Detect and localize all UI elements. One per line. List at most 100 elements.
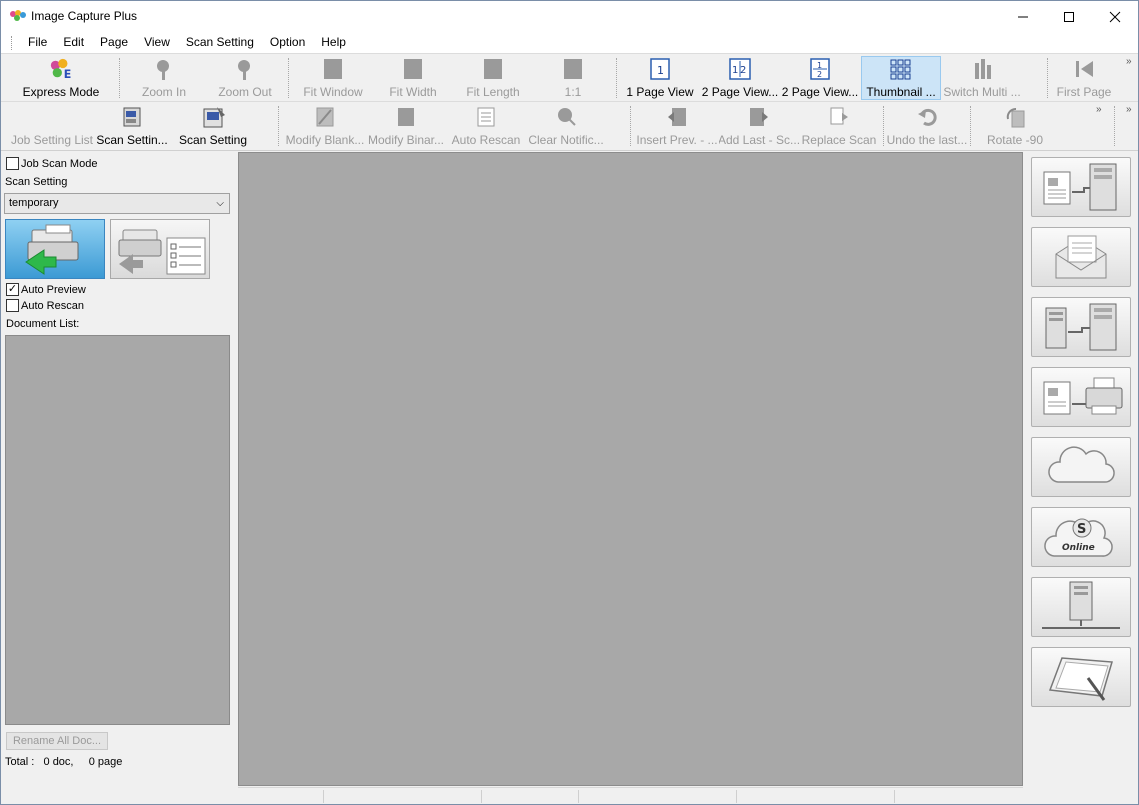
scan-and-list-button[interactable] (110, 219, 210, 279)
undo-last-button[interactable]: Undo the last... (886, 104, 968, 148)
auto-rescan-button[interactable]: Auto Rescan (447, 104, 525, 148)
switch-multi-button[interactable]: Switch Multi ... (942, 56, 1022, 100)
rename-all-documents-button[interactable]: Rename All Doc... (6, 732, 108, 750)
status-segment (894, 790, 895, 803)
actual-size-icon (564, 59, 582, 79)
toolbar-separator (1047, 58, 1048, 98)
menu-view[interactable]: View (136, 32, 178, 53)
fit-width-button[interactable]: Fit Width (374, 56, 452, 100)
scan-setting-label: Scan Setting (5, 176, 68, 188)
status-segment (736, 790, 737, 803)
send-to-printer-button[interactable] (1031, 367, 1131, 427)
menu-grip (11, 35, 14, 50)
scan-setting-icon (203, 107, 225, 128)
status-segment (323, 790, 324, 803)
view-toolbar: E Express Mode Zoom In Zoom Out Fit Wind… (1, 53, 1138, 101)
maximize-button[interactable] (1046, 1, 1092, 32)
send-to-server-button[interactable] (1031, 297, 1131, 357)
total-count: Total : 0 doc, 0 page (5, 756, 123, 768)
checkbox-box[interactable]: ✓ (6, 283, 19, 296)
toolbar-separator (1114, 106, 1115, 146)
menu-edit[interactable]: Edit (55, 32, 92, 53)
two-page-view-icon: 12 (729, 58, 751, 80)
scan-setting-button[interactable]: Scan Setting (173, 104, 253, 148)
replace-scan-icon (830, 107, 848, 125)
insert-previous-button[interactable]: Insert Prev. - ... (635, 104, 719, 148)
fit-window-button[interactable]: Fit Window (293, 56, 373, 100)
undo-icon (918, 108, 937, 126)
server-to-server-icon (1045, 303, 1117, 351)
add-last-scan-button[interactable]: Add Last - Sc... (719, 104, 799, 148)
start-scan-button[interactable] (5, 219, 105, 279)
fit-length-icon (484, 59, 502, 79)
svg-text:S: S (1077, 522, 1086, 537)
two-page-vertical-icon: 12 (810, 58, 830, 80)
job-scan-mode-checkbox[interactable]: Job Scan Mode (6, 157, 97, 170)
app-logo-icon (10, 10, 26, 21)
image-preview-area[interactable] (238, 152, 1023, 786)
send-to-tablet-button[interactable] (1031, 647, 1131, 707)
toolbar-overflow-icon[interactable]: » (1126, 104, 1132, 115)
clear-notification-button[interactable]: Clear Notific... (526, 104, 606, 148)
zoom-out-icon (238, 60, 250, 80)
toolbar-separator (883, 106, 884, 146)
clear-notification-icon (558, 108, 576, 126)
fit-window-icon (324, 59, 342, 79)
first-page-button[interactable]: First Page (1051, 56, 1117, 100)
express-mode-icon: E (50, 58, 71, 81)
thumbnail-view-button[interactable]: Thumbnail ... (861, 56, 941, 100)
modify-binarize-icon (398, 108, 414, 126)
toolbar-separator (278, 106, 279, 146)
toolbar-separator (288, 58, 289, 98)
sharepoint-online-button[interactable]: S Online (1031, 507, 1131, 567)
fit-length-button[interactable]: Fit Length (453, 56, 533, 100)
document-list-label: Document List: (6, 318, 80, 330)
checkbox-box[interactable] (6, 157, 19, 170)
menu-file[interactable]: File (20, 32, 55, 53)
one-page-view-button[interactable]: 1 1 Page View (622, 56, 698, 100)
fit-width-icon (404, 59, 422, 79)
zoom-out-button[interactable]: Zoom Out (205, 56, 285, 100)
close-button[interactable] (1092, 1, 1138, 32)
checkbox-box[interactable] (6, 299, 19, 312)
actual-size-button[interactable]: 1:1 (534, 56, 612, 100)
first-page-icon (1076, 61, 1093, 77)
express-mode-button[interactable]: E Express Mode (7, 56, 115, 100)
modify-binar-button[interactable]: Modify Binar... (366, 104, 446, 148)
send-email-button[interactable] (1031, 227, 1131, 287)
send-to-network-button[interactable] (1031, 577, 1131, 637)
rotate-minus-90-button[interactable]: Rotate -90 (975, 104, 1055, 148)
replace-scan-button[interactable]: Replace Scan (800, 104, 878, 148)
scanner-list-icon (118, 229, 206, 275)
svg-text:1: 1 (657, 64, 664, 77)
zoom-in-icon (157, 60, 169, 80)
svg-text:1: 1 (732, 65, 738, 76)
toolbar-overflow-icon[interactable]: » (1096, 104, 1102, 115)
scan-setting-short-button[interactable]: Scan Settin... (95, 104, 169, 148)
scanner-scan-icon (25, 224, 79, 275)
auto-rescan-checkbox[interactable]: Auto Rescan (6, 299, 84, 312)
scan-setting-select[interactable]: temporary ⌵ (4, 193, 230, 214)
auto-rescan-icon (477, 107, 495, 127)
one-page-view-icon: 1 (650, 58, 670, 80)
toolbar-overflow-icon[interactable]: » (1126, 56, 1132, 67)
two-page-view-vertical-button[interactable]: 12 2 Page View... (780, 56, 860, 100)
svg-text:2: 2 (817, 70, 822, 79)
modify-blank-button[interactable]: Modify Blank... (284, 104, 366, 148)
menu-bar: File Edit Page View Scan Setting Option … (1, 32, 1138, 53)
zoom-in-button[interactable]: Zoom In (125, 56, 203, 100)
modify-blank-icon (316, 107, 334, 127)
document-list[interactable] (5, 335, 230, 725)
menu-page[interactable]: Page (92, 32, 136, 53)
maximize-icon (1064, 11, 1074, 22)
two-page-view-button[interactable]: 12 2 Page View... (700, 56, 780, 100)
menu-scan-setting[interactable]: Scan Setting (178, 32, 262, 53)
destination-panel: S Online (1025, 152, 1138, 804)
send-to-folder-button[interactable] (1031, 157, 1131, 217)
job-setting-list-button[interactable]: Job Setting List (9, 104, 95, 148)
menu-help[interactable]: Help (313, 32, 354, 53)
auto-preview-checkbox[interactable]: ✓ Auto Preview (6, 283, 86, 296)
send-to-cloud-button[interactable] (1031, 437, 1131, 497)
menu-option[interactable]: Option (262, 32, 313, 53)
minimize-button[interactable] (1000, 1, 1046, 32)
